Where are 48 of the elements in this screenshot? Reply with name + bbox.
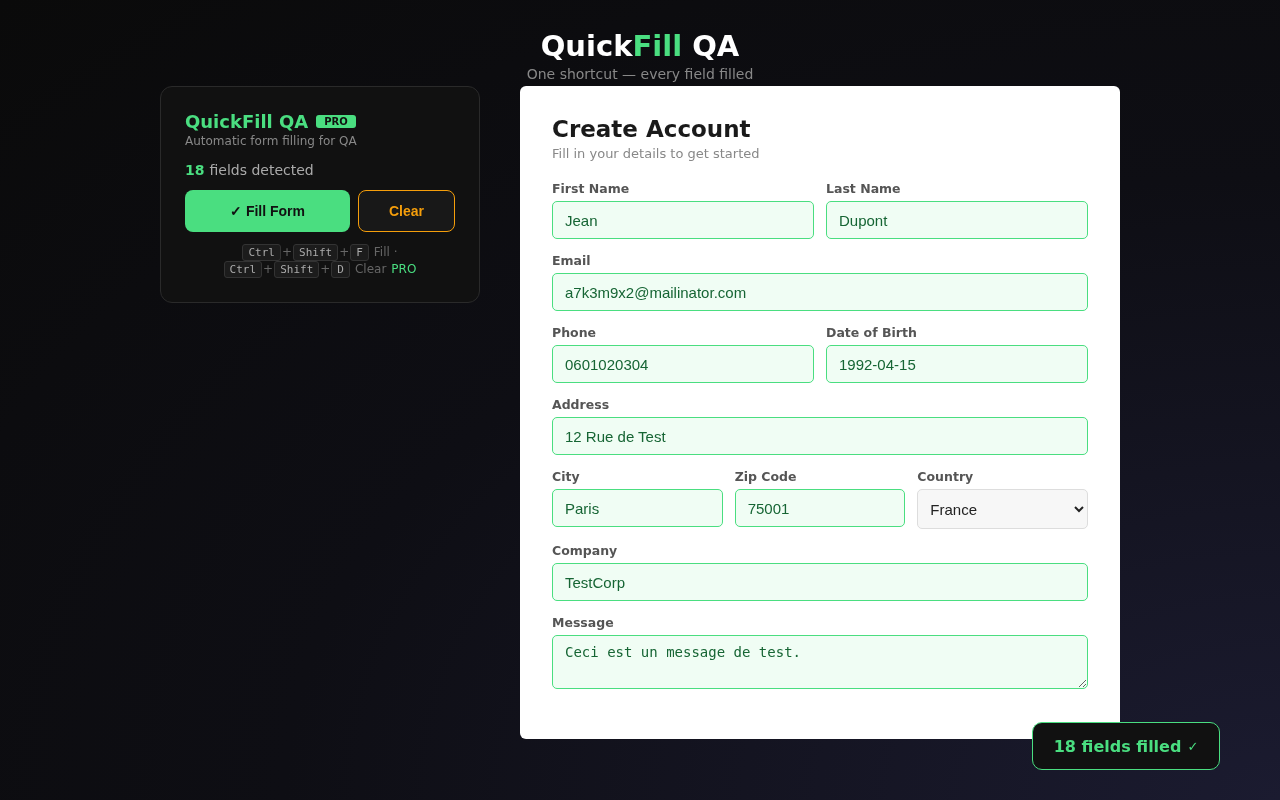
app-title: QuickFill QA (540, 28, 740, 64)
input-field[interactable]: TestCorp (552, 563, 1088, 601)
count-label: fields detected (209, 162, 314, 178)
keyboard-key: Shift (293, 244, 339, 261)
field-label: Email (552, 253, 592, 268)
input-field[interactable]: Dupont (826, 201, 1088, 239)
field-label: First Name (552, 181, 631, 196)
field-label: Address (552, 397, 611, 412)
input-field[interactable]: a7k3m9x2@mailinator.com (552, 273, 1088, 311)
input-field[interactable]: 1992-04-15 (826, 345, 1088, 383)
plus-sign: + (320, 262, 331, 277)
check-mark: ✓ (1187, 738, 1199, 754)
pro-label: PRO (391, 262, 417, 277)
input-field[interactable]: Jean (552, 201, 814, 239)
field-label: City (552, 469, 581, 484)
input-field[interactable]: 0601020304 (552, 345, 814, 383)
field-label: Date of Birth (826, 325, 918, 340)
input-field[interactable]: 12 Rue de Test (552, 417, 1088, 455)
field-label: Message (552, 615, 615, 630)
pro-badge: PRO (316, 115, 356, 128)
plus-sign: + (281, 245, 293, 260)
field-label: Zip Code (734, 469, 798, 484)
keyboard-key: Ctrl (223, 261, 263, 278)
plus-sign: + (263, 262, 274, 277)
input-field[interactable]: Paris (552, 489, 723, 527)
field-count: 18 (185, 162, 205, 178)
clear-button[interactable]: Clear (358, 190, 455, 232)
keyboard-key: Shift (274, 261, 320, 278)
field-label: Last Name (826, 181, 902, 196)
fill-form-button[interactable]: ✓ Fill Form (185, 190, 350, 232)
keyboard-key: Ctrl (242, 244, 281, 261)
app-subtitle: One shortcut — every field filled (526, 66, 754, 82)
country-select[interactable]: France (917, 489, 1088, 529)
field-label: Company (552, 543, 619, 558)
field-label: Country (917, 469, 975, 484)
keyboard-key: F (350, 244, 369, 261)
message-field[interactable]: Ceci est un message de test. (552, 635, 1088, 689)
form-title: Create Account (552, 116, 752, 142)
extension-name: QuickFill QA (185, 111, 309, 132)
shortcut-action: Clear (354, 262, 387, 277)
toast-text: 18 fields filled (1053, 736, 1182, 756)
plus-sign: + (339, 245, 350, 260)
field-label: Phone (552, 325, 598, 340)
input-field[interactable]: 75001 (734, 489, 906, 527)
keyboard-key: D (331, 261, 350, 278)
extension-tagline: Automatic form filling for QA (185, 134, 358, 148)
form-subtitle: Fill in your details to get started (552, 146, 761, 161)
shortcut-action: Fill · (373, 245, 398, 260)
